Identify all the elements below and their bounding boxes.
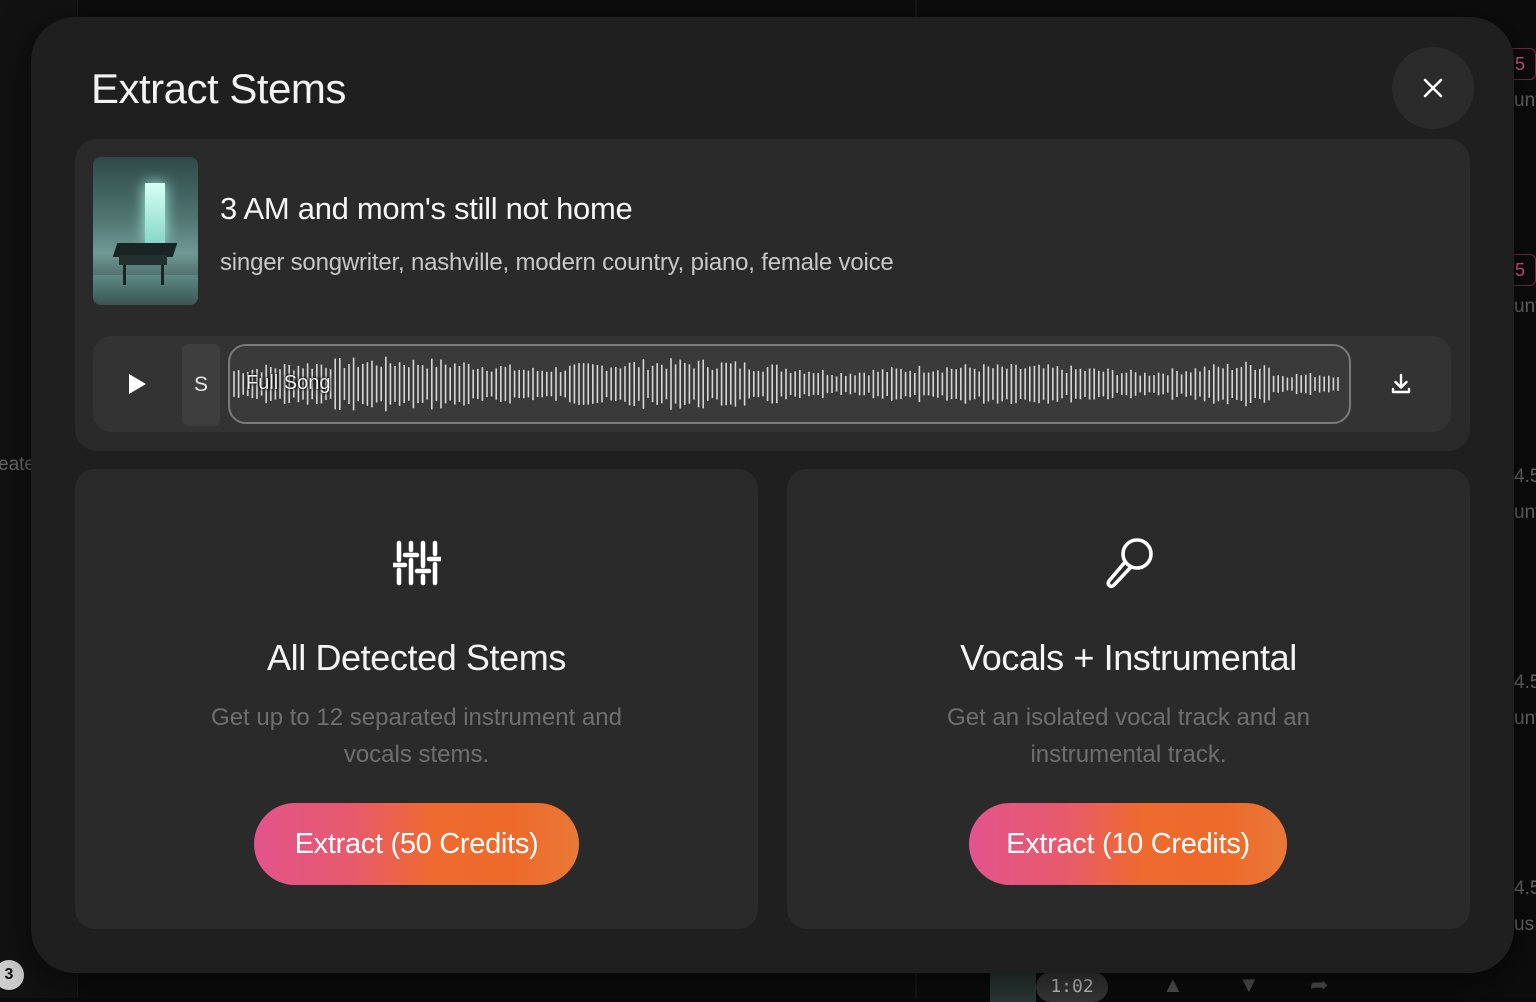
background-text: unt xyxy=(1514,296,1536,318)
background-text: us xyxy=(1514,914,1534,936)
option-description: Get up to 12 separated instrument and vo… xyxy=(185,699,648,773)
option-title: All Detected Stems xyxy=(75,637,758,679)
waveform xyxy=(230,346,1349,422)
microphone-icon xyxy=(1101,535,1157,591)
share-icon: ➦ xyxy=(1310,972,1328,998)
background-text: eate xyxy=(0,454,35,476)
thumbs-up-icon: ▲ xyxy=(1162,972,1184,998)
extract-all-stems-button[interactable]: Extract (50 Credits) xyxy=(254,803,579,885)
extract-stems-modal: Extract Stems 3 AM and mom's still not h… xyxy=(31,17,1514,973)
play-icon xyxy=(126,372,148,396)
option-description: Get an isolated vocal track and an instr… xyxy=(897,699,1360,773)
close-icon xyxy=(1422,77,1444,99)
thumbs-down-icon: ▼ xyxy=(1238,972,1260,998)
download-icon xyxy=(1389,372,1413,396)
waveform-track[interactable]: Full Song xyxy=(228,344,1351,424)
track-label: Full Song xyxy=(246,372,331,395)
background-text: 4.5 xyxy=(1514,466,1536,488)
sliders-icon xyxy=(389,535,445,591)
song-cover-art xyxy=(93,157,198,305)
option-card-all-stems: All Detected Stems Get up to 12 separate… xyxy=(75,469,758,929)
background-text: unt xyxy=(1514,90,1536,112)
song-tags: singer songwriter, nashville, modern cou… xyxy=(220,249,894,277)
solo-button[interactable]: S xyxy=(182,344,220,426)
play-button[interactable] xyxy=(117,364,157,404)
song-card: 3 AM and mom's still not home singer son… xyxy=(75,139,1470,451)
option-card-vocals-instrumental: Vocals + Instrumental Get an isolated vo… xyxy=(787,469,1470,929)
background-text: 4.5 xyxy=(1514,878,1536,900)
background-text: unt xyxy=(1514,502,1536,524)
audio-player: S Full Song xyxy=(93,336,1451,432)
background-text: 4.5 xyxy=(1514,672,1536,694)
background-text: unt xyxy=(1514,708,1536,730)
song-title: 3 AM and mom's still not home xyxy=(220,191,632,227)
option-title: Vocals + Instrumental xyxy=(787,637,1470,679)
modal-title: Extract Stems xyxy=(91,65,346,113)
extract-vocals-instrumental-button[interactable]: Extract (10 Credits) xyxy=(969,803,1287,885)
download-button[interactable] xyxy=(1383,366,1419,402)
close-button[interactable] xyxy=(1392,47,1474,129)
